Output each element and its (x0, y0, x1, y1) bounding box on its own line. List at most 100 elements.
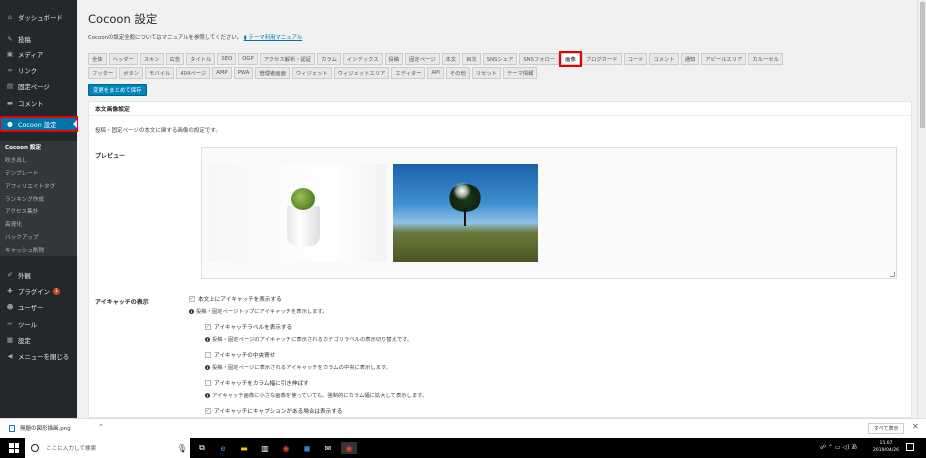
submenu-item[interactable]: バックアップ (0, 231, 77, 244)
sidebar-item-comment[interactable]: ▬ コメント (0, 96, 77, 110)
submenu-item[interactable]: ランキング作成 (0, 192, 77, 205)
chrome-active-icon[interactable]: ◉ (341, 442, 357, 454)
tab-row1-21[interactable]: アピールエリア (701, 53, 747, 65)
sidebar-item-tool[interactable]: ✂ ツール (0, 317, 77, 331)
eyecatch-option[interactable]: ✓ 本文上にアイキャッチを表示する (189, 295, 282, 303)
tab-row1-15[interactable]: SNSフォロー (519, 53, 560, 65)
submenu-item[interactable]: アフィリエイトタグ (0, 179, 77, 192)
tab-row2-3[interactable]: 404ページ (176, 67, 211, 79)
download-item[interactable]: 無題の図形描画.png (9, 424, 71, 432)
sidebar-item-appearance[interactable]: ✐ 外観 (0, 268, 77, 282)
tab-row1-17[interactable]: ブログカード (581, 53, 622, 65)
tab-row2-7[interactable]: ウィジェット (291, 67, 332, 79)
sidebar-item-page[interactable]: ▤ 固定ページ (0, 79, 77, 93)
tab-row2-8[interactable]: ウィジェットエリア (333, 67, 390, 79)
tab-row2-5[interactable]: PWA (233, 67, 254, 79)
tab-row2-11[interactable]: その他 (445, 67, 470, 79)
chrome-icon[interactable]: ◉ (280, 442, 292, 454)
sidebar-item-collapse[interactable]: ◀ メニューを閉じる (0, 349, 77, 363)
checkbox[interactable]: ✓ (205, 408, 211, 414)
tab-row1-19[interactable]: コメント (649, 53, 679, 65)
checkbox[interactable] (205, 380, 211, 386)
windows-start-icon[interactable] (9, 443, 19, 453)
preview-box (201, 147, 897, 279)
task-view-icon[interactable]: ⧉ (196, 442, 208, 454)
close-icon[interactable]: ✕ (912, 422, 919, 431)
tab-row1-5[interactable]: SEO (217, 53, 237, 65)
submenu-item[interactable]: 吹き出し (0, 154, 77, 167)
tab-row1-3[interactable]: 広告 (165, 53, 185, 65)
edge-icon[interactable]: e (217, 442, 229, 454)
taskbar-search[interactable]: ここに入力して検索 (25, 438, 190, 458)
resize-handle[interactable] (890, 272, 895, 277)
tab-row1-14[interactable]: SNSシェア (482, 53, 518, 65)
tab-row1-6[interactable]: OGP (238, 53, 258, 65)
tab-row2-6[interactable]: 管理者画面 (255, 67, 290, 79)
tab-row1-11[interactable]: 固定ページ (405, 53, 440, 65)
appearance-icon: ✐ (7, 271, 13, 279)
sidebar-item-settings[interactable]: ▦ 設定 (0, 333, 77, 347)
store-icon[interactable]: ▥ (259, 442, 271, 454)
manual-link[interactable]: ▮ テーマ利用マニュアル (244, 35, 302, 41)
tab-row2-4[interactable]: AMP (212, 67, 232, 79)
tab-row1-12[interactable]: 本文 (441, 53, 461, 65)
tab-row1-10[interactable]: 投稿 (384, 53, 404, 65)
clock[interactable]: 15:07 2019/04/26 (873, 440, 899, 454)
tab-row1-9[interactable]: インデックス (342, 53, 383, 65)
image-settings-panel: 本文画像設定 投稿・固定ページの本文に関する画像の設定です。 プレビュー アイキ… (88, 101, 912, 418)
tab-row1-7[interactable]: アクセス解析・認証 (259, 53, 316, 65)
tab-row2-2[interactable]: モバイル (145, 67, 175, 79)
option-label: 本文上にアイキャッチを表示する (198, 297, 282, 303)
update-count-badge: 1 (52, 287, 60, 295)
tab-row1-1[interactable]: ヘッダー (108, 53, 138, 65)
sidebar-item-user[interactable]: ☻ ユーザー (0, 300, 77, 314)
tab-row2-0[interactable]: フッター (88, 67, 118, 79)
show-all-button[interactable]: すべて表示 (868, 423, 905, 434)
system-tray[interactable]: ☍ ⌃ ▭ ◁) あ (820, 442, 857, 451)
tab-row2-12[interactable]: リセット (471, 67, 501, 79)
microphone-icon[interactable]: 🎙 (176, 442, 188, 454)
eyecatch-option[interactable]: アイキャッチをカラム幅に引き伸ばす (205, 379, 309, 387)
chevron-up-icon[interactable]: ⌃ (98, 423, 104, 431)
tab-row2-10[interactable]: API (427, 67, 444, 79)
submenu-item[interactable]: キャッシュ削除 (0, 243, 77, 256)
tab-row1-18[interactable]: コード (623, 53, 648, 65)
tab-row2-9[interactable]: エディター (391, 67, 426, 79)
sidebar-item-cocoon[interactable]: ● Cocoon 設定 (0, 116, 78, 132)
submenu-item[interactable]: Cocoon 設定 (0, 141, 77, 154)
tab-row1-13[interactable]: 目次 (462, 53, 481, 65)
tab-row1-20[interactable]: 通知 (680, 53, 700, 65)
tab-row1-22[interactable]: カルーセル (748, 53, 783, 65)
eyecatch-option[interactable]: ✓ アイキャッチラベルを表示する (205, 323, 292, 331)
tab-row1-4[interactable]: タイトル (186, 53, 216, 65)
notification-icon[interactable] (906, 443, 914, 451)
explorer-icon[interactable]: ▬ (238, 442, 250, 454)
scrollbar-thumb[interactable] (920, 2, 925, 128)
submenu-item[interactable]: 高速化 (0, 218, 77, 231)
page-scrollbar[interactable] (917, 0, 926, 418)
pot-shape (287, 206, 320, 246)
sidebar-item-link[interactable]: ∞ リンク (0, 63, 77, 77)
sidebar-item-plugin[interactable]: ✚ プラグイン 1 (0, 284, 77, 298)
checkbox[interactable]: ✓ (189, 296, 195, 302)
eyecatch-option[interactable]: アイキャッチの中央寄せ (205, 351, 275, 359)
mail-icon[interactable]: ✉ (322, 442, 334, 454)
sidebar-item-pin[interactable]: ✎ 投稿 (0, 32, 77, 46)
tab-row2-13[interactable]: テーマ情報 (502, 67, 538, 79)
download-bar: 無題の図形描画.png ⌃ すべて表示 ✕ (0, 418, 926, 438)
app-icon[interactable]: ◼ (301, 442, 313, 454)
tab-row2-1[interactable]: ボタン (119, 67, 144, 79)
tab-row1-0[interactable]: 全体 (88, 53, 107, 65)
eyecatch-option[interactable]: ✓ アイキャッチにキャプションがある場合は表示する (205, 407, 342, 415)
submenu-item[interactable]: アクセス集計 (0, 205, 77, 218)
sidebar-item-label: 固定ページ (18, 82, 50, 91)
sidebar-item-media[interactable]: ▣ メディア (0, 47, 77, 61)
submenu-item[interactable]: テンプレート (0, 167, 77, 180)
tab-row1-2[interactable]: スキン (139, 53, 164, 65)
sidebar-item-dashboard[interactable]: ⌂ ダッシュボード (0, 10, 77, 24)
tab-row1-16[interactable]: 画像 (559, 51, 582, 67)
checkbox[interactable]: ✓ (205, 324, 211, 330)
checkbox[interactable] (205, 352, 211, 358)
save-all-button[interactable]: 変更をまとめて保存 (88, 84, 147, 96)
tab-row1-8[interactable]: カラム (317, 53, 341, 65)
